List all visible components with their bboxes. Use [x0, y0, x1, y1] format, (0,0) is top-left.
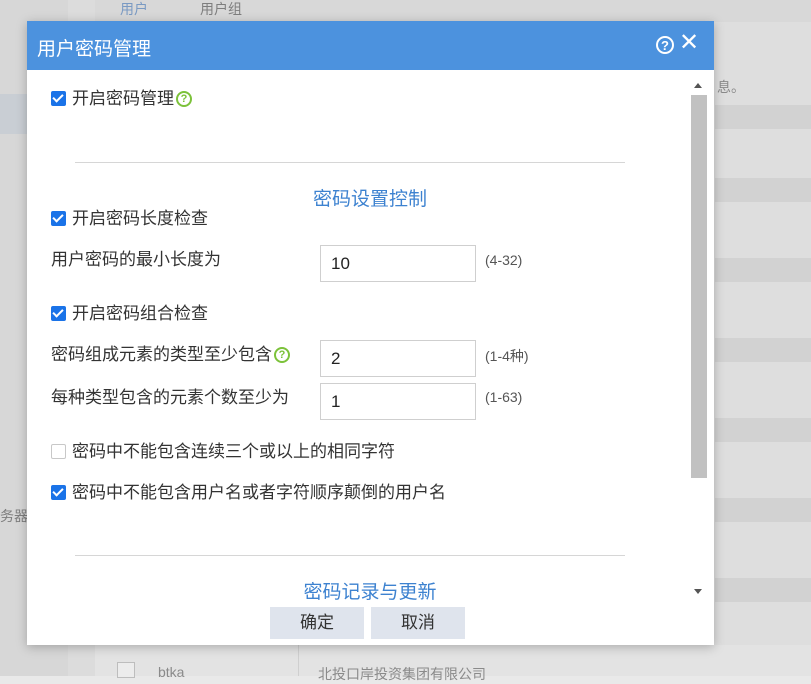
background-row — [715, 418, 811, 442]
cancel-button[interactable]: 取消 — [371, 607, 465, 639]
scroll-down-arrow-icon[interactable] — [694, 589, 702, 594]
min-length-input[interactable]: 10 — [320, 245, 476, 282]
min-length-range: (4-32) — [485, 252, 523, 268]
enable-combo-check-checkbox[interactable] — [51, 306, 66, 321]
element-types-input[interactable]: 2 — [320, 340, 476, 377]
background-row-company: 北投口岸投资集团有限公司 — [318, 666, 486, 682]
no-three-same-row[interactable]: 密码中不能包含连续三个或以上的相同字符 — [51, 437, 395, 462]
divider — [75, 555, 625, 556]
background-tab-users: 用户 — [120, 1, 148, 17]
element-types-row: 密码组成元素的类型至少包含? — [51, 340, 290, 365]
no-username-checkbox[interactable] — [51, 485, 66, 500]
dialog-scrollbar[interactable] — [689, 78, 708, 602]
element-types-range: (1-4种) — [485, 348, 529, 364]
enable-password-mgmt-label: 开启密码管理 — [72, 89, 174, 108]
min-length-label: 用户密码的最小长度为 — [51, 250, 221, 269]
close-icon[interactable]: ✕ — [679, 31, 699, 55]
question-icon[interactable]: ? — [176, 91, 192, 107]
no-username-row[interactable]: 密码中不能包含用户名或者字符顺序颠倒的用户名 — [51, 478, 446, 503]
background-row-name: btka — [158, 664, 185, 680]
background-sidebar-text: 务器 — [0, 508, 28, 524]
per-type-range: (1-63) — [485, 389, 523, 405]
divider — [75, 162, 625, 163]
background-row — [715, 178, 811, 202]
background-tab-groups: 用户组 — [200, 1, 242, 17]
enable-combo-check-row[interactable]: 开启密码组合检查 — [51, 299, 208, 324]
enable-password-mgmt-checkbox[interactable] — [51, 91, 66, 106]
enable-length-check-checkbox[interactable] — [51, 211, 66, 226]
background-row-divider — [298, 645, 299, 676]
ok-button[interactable]: 确定 — [270, 607, 364, 639]
dialog-title: 用户密码管理 — [37, 39, 152, 60]
no-three-same-checkbox[interactable] — [51, 444, 66, 459]
background-sidebar-selected — [0, 94, 28, 134]
background-row — [715, 338, 811, 362]
section-password-history: 密码记录与更新 — [303, 582, 437, 600]
enable-length-check-row[interactable]: 开启密码长度检查 — [51, 204, 208, 229]
background-row — [715, 105, 811, 129]
background-note: 息。 — [717, 79, 745, 95]
scrollbar-thumb[interactable] — [691, 95, 707, 478]
background-row — [715, 498, 811, 522]
enable-combo-check-label: 开启密码组合检查 — [72, 304, 208, 323]
password-management-dialog: 用户密码管理 ? ✕ 开启密码管理? 密码设置控制 开启密码长度检查 用户密码的… — [27, 21, 714, 645]
per-type-label: 每种类型包含的元素个数至少为 — [51, 388, 289, 407]
dialog-titlebar: 用户密码管理 ? ✕ — [27, 21, 714, 70]
help-icon[interactable]: ? — [656, 36, 674, 54]
per-type-input[interactable]: 1 — [320, 383, 476, 420]
enable-password-mgmt-row[interactable]: 开启密码管理? — [51, 84, 192, 109]
no-three-same-label: 密码中不能包含连续三个或以上的相同字符 — [72, 442, 395, 461]
element-types-label: 密码组成元素的类型至少包含 — [51, 345, 272, 364]
dialog-body: 开启密码管理? 密码设置控制 开启密码长度检查 用户密码的最小长度为 10 (4… — [27, 70, 714, 600]
enable-length-check-label: 开启密码长度检查 — [72, 209, 208, 228]
question-icon[interactable]: ? — [274, 347, 290, 363]
no-username-label: 密码中不能包含用户名或者字符顺序颠倒的用户名 — [72, 483, 446, 502]
background-row — [715, 578, 811, 602]
scroll-up-arrow-icon[interactable] — [694, 83, 702, 88]
background-row — [715, 258, 811, 282]
